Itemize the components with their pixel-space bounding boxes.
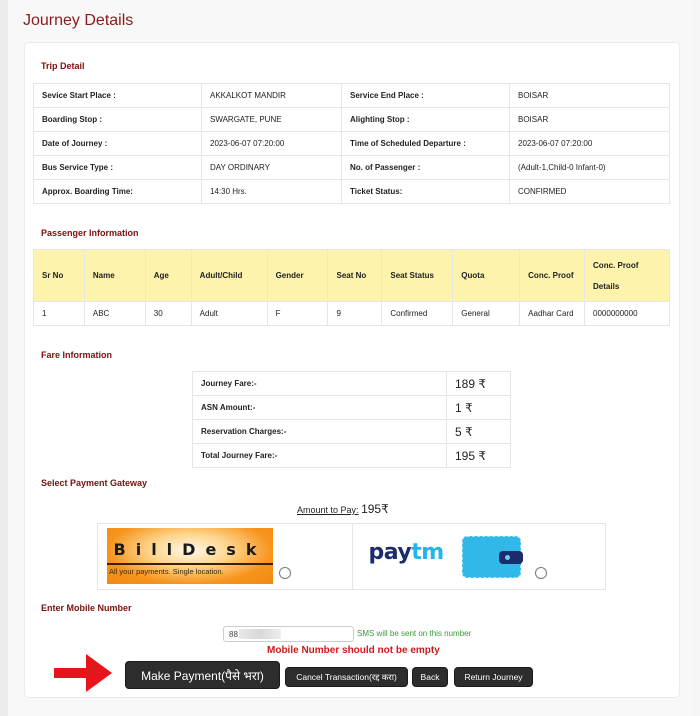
passenger-column-header: Name <box>83 249 146 302</box>
passenger-column-header: Seat No <box>327 249 383 302</box>
passenger-column-header: Seat Status <box>381 249 454 302</box>
trip-detail-heading: Trip Detail <box>41 61 85 71</box>
trip-value: BOISAR <box>509 83 670 108</box>
trip-label: Boarding Stop : <box>33 107 202 132</box>
fare-info-heading: Fare Information <box>41 350 113 360</box>
trip-label: No. of Passenger : <box>341 155 510 180</box>
passenger-cell: 30 <box>144 301 192 326</box>
fare-row: ASN Amount:- 1 ₹ <box>192 395 511 420</box>
make-payment-button[interactable]: Make Payment(पैसे भरा) <box>125 661 280 689</box>
fare-row: Reservation Charges:- 5 ₹ <box>192 419 511 444</box>
sms-hint: SMS will be sent on this number <box>357 629 472 638</box>
passenger-info-heading: Passenger Information <box>41 228 139 238</box>
fare-value: 189 ₹ <box>446 371 511 396</box>
passenger-cell: General <box>452 301 521 326</box>
passenger-column-header: Sr No <box>33 249 85 302</box>
fare-value: 5 ₹ <box>446 419 511 444</box>
passenger-row: 1 ABC 30 Adult F 9 Confirmed General Aadhar Card… <box>33 301 670 326</box>
trip-value: BOISAR <box>509 107 670 132</box>
page-edge <box>0 0 8 716</box>
amount-to-pay-label: Amount to Pay: <box>297 505 359 515</box>
red-arrow-icon <box>54 654 112 692</box>
passenger-cell: ABC <box>83 301 146 326</box>
passenger-column-header: Gender <box>266 249 329 302</box>
passenger-cell: Confirmed <box>381 301 454 326</box>
passenger-cell: 9 <box>327 301 383 326</box>
passenger-cell: 0000000000 <box>584 301 670 326</box>
billdesk-logo-rule <box>107 563 273 565</box>
fare-label: Journey Fare:- <box>192 371 447 396</box>
return-journey-button[interactable]: Return Journey <box>454 667 533 687</box>
amount-to-pay: Amount to Pay: 195₹ <box>297 502 389 516</box>
page-title: Journey Details <box>23 12 134 29</box>
passenger-column-header: Conc. Proof Details <box>584 249 670 302</box>
paytm-logo-tm: tm <box>411 540 444 565</box>
passenger-column-header: Adult/Child <box>190 249 268 302</box>
trip-value: SWARGATE, PUNE <box>201 107 342 132</box>
trip-label: Alighting Stop : <box>341 107 510 132</box>
trip-value: (Adult-1,Child-0 Infant-0) <box>509 155 670 180</box>
trip-value: CONFIRMED <box>509 179 670 204</box>
paytm-radio[interactable] <box>534 567 547 579</box>
billdesk-radio[interactable] <box>279 567 291 579</box>
mobile-error-message: Mobile Number should not be empty <box>267 645 440 656</box>
trip-value: 2023-06-07 07:20:00 <box>509 131 670 156</box>
cancel-transaction-button[interactable]: Cancel Transaction(रद्द करा) <box>285 667 408 687</box>
fare-label: Total Journey Fare:- <box>192 443 447 468</box>
billdesk-logo[interactable]: BillDesk All your payments. Single locat… <box>107 528 273 584</box>
payment-gateway-heading: Select Payment Gateway <box>41 478 148 488</box>
amount-to-pay-value: 195₹ <box>361 502 389 516</box>
paytm-logo-pay: pay <box>368 540 412 565</box>
fare-label: ASN Amount:- <box>192 395 447 420</box>
trip-label: Service End Place : <box>341 83 510 108</box>
billdesk-logo-text: BillDesk <box>113 540 267 559</box>
trip-detail-row: Date of Journey :2023-06-07 07:20:00 Time… <box>33 131 670 156</box>
fare-value: 195 ₹ <box>446 443 511 468</box>
fare-label: Reservation Charges:- <box>192 419 447 444</box>
trip-label: Date of Journey : <box>33 131 202 156</box>
trip-detail-row: Bus Service Type : DAY ORDINARY No. of Pas… <box>33 155 670 180</box>
wallet-clasp-icon <box>498 551 523 564</box>
wallet-icon <box>461 536 523 578</box>
mobile-number-heading: Enter Mobile Number <box>41 603 132 613</box>
passenger-cell: Adult <box>190 301 268 326</box>
trip-label: Ticket Status: <box>341 179 510 204</box>
fare-value: 1 ₹ <box>446 395 511 420</box>
passenger-column-header: Conc. Proof <box>519 249 586 302</box>
trip-label: Sevice Start Place : <box>33 83 202 108</box>
trip-label: Bus Service Type : <box>33 155 202 180</box>
trip-value: 2023-06-07 07:20:00 <box>201 131 342 156</box>
trip-value: AKKALKOT MANDIR <box>201 83 342 108</box>
gateway-option-billdesk[interactable]: BillDesk All your payments. Single locat… <box>98 524 352 589</box>
passenger-table: Sr No Name Age Adult/Child Gender Seat No Seat… <box>33 249 670 326</box>
trip-label: Approx. Boarding Time: <box>33 179 202 204</box>
fare-row: Total Journey Fare:- 195 ₹ <box>192 443 511 468</box>
payment-gateway-options: BillDesk All your payments. Single locat… <box>97 523 606 590</box>
passenger-column-header: Quota <box>452 249 521 302</box>
trip-detail-row: Approx. Boarding Time: 14:30 Hrs. Ticket S… <box>33 179 670 204</box>
trip-value: DAY ORDINARY <box>201 155 342 180</box>
passenger-cell: Aadhar Card <box>519 301 586 326</box>
back-button[interactable]: Back <box>412 667 448 687</box>
trip-value: 14:30 Hrs. <box>201 179 342 204</box>
trip-detail-row: Sevice Start Place : AKKALKOT MANDIR Servi… <box>33 83 670 108</box>
wallet-clasp-dot <box>504 555 510 560</box>
trip-detail-row: Boarding Stop : SWARGATE, PUNE Alighting S… <box>33 107 670 132</box>
paytm-logo-text[interactable]: paytm <box>368 540 445 565</box>
passenger-column-header: Age <box>144 249 192 302</box>
trip-label: Time of Scheduled Departure : <box>341 131 510 156</box>
passenger-cell: 1 <box>33 301 85 326</box>
fare-table: Journey Fare:- 189 ₹ ASN Amount:- 1 ₹ Reserv… <box>192 371 511 468</box>
mobile-number-redaction <box>239 629 281 639</box>
billdesk-tagline: All your payments. Single location. <box>109 567 224 576</box>
fare-row: Journey Fare:- 189 ₹ <box>192 371 511 396</box>
passenger-cell: F <box>266 301 329 326</box>
gateway-option-paytm[interactable]: paytm <box>351 524 606 589</box>
trip-detail-table: Sevice Start Place : AKKALKOT MANDIR Servi… <box>33 83 670 204</box>
